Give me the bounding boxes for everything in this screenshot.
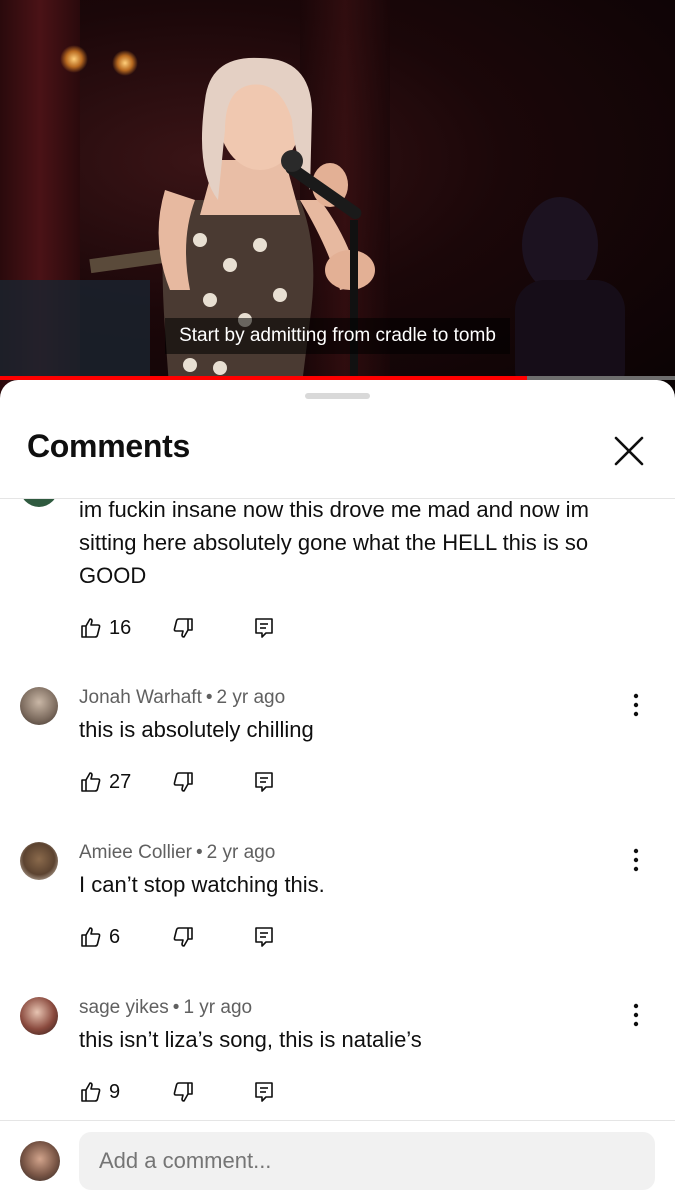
like-count: 6 [109, 925, 121, 948]
thumbs-up-icon [81, 618, 101, 638]
comment-text: this isn’t liza’s song, this is natalie’… [79, 1027, 422, 1052]
comment-meta: sage yikes • 1 yr ago [79, 997, 252, 1019]
comment-item: Jonah Warhaft • 2 yr ago this is absolutel… [0, 664, 675, 814]
separator: • [195, 842, 203, 863]
reply-icon [255, 1082, 273, 1102]
reply-button[interactable] [252, 1077, 276, 1107]
reply-button[interactable] [252, 922, 276, 952]
like-count: 16 [109, 616, 132, 639]
drag-handle[interactable] [305, 393, 370, 399]
like-button[interactable]: 9 [79, 1077, 120, 1107]
more-options-button[interactable] [624, 690, 648, 720]
thumbs-up-icon [81, 1082, 101, 1102]
comment-composer [0, 1120, 675, 1200]
more-vert-icon [633, 848, 639, 872]
avatar[interactable] [20, 997, 58, 1035]
app-root: Start by admitting from cradle to tomb C… [0, 0, 675, 1200]
reply-icon [255, 772, 273, 792]
user-avatar[interactable] [20, 1141, 60, 1181]
comment-text: I can’t stop watching this. [79, 872, 325, 897]
avatar[interactable] [20, 687, 58, 725]
comment-age: 1 yr ago [183, 997, 253, 1018]
like-count: 9 [109, 1080, 121, 1103]
separator: • [205, 687, 213, 708]
comment-text: this is absolutely chilling [79, 717, 314, 742]
more-vert-icon [633, 693, 639, 717]
like-count: 27 [109, 770, 132, 793]
separator: • [172, 997, 180, 1018]
thumbs-down-icon [173, 1082, 193, 1102]
video-player[interactable]: Start by admitting from cradle to tomb [0, 0, 675, 400]
more-options-button[interactable] [624, 1000, 648, 1030]
comment-meta: Jonah Warhaft • 2 yr ago [79, 687, 285, 709]
thumbs-down-icon [173, 618, 193, 638]
comment-item: sage yikes • 1 yr ago this isn’t liza’s so… [0, 974, 675, 1119]
more-options-button[interactable] [624, 845, 648, 875]
close-button[interactable] [604, 426, 654, 476]
comment-item: im fuckin insane now this drove me mad a… [0, 499, 675, 654]
thumbs-down-icon [173, 927, 193, 947]
thumbs-up-icon [81, 927, 101, 947]
comment-meta: Amiee Collier • 2 yr ago [79, 842, 275, 864]
comment-author[interactable]: Amiee Collier [79, 842, 192, 863]
dislike-button[interactable] [171, 613, 195, 643]
close-icon [614, 436, 644, 466]
sheet-title: Comments [27, 428, 190, 464]
like-button[interactable]: 16 [79, 613, 131, 643]
reply-icon [255, 927, 273, 947]
like-button[interactable]: 27 [79, 767, 131, 797]
reply-button[interactable] [252, 767, 276, 797]
thumbs-down-icon [173, 772, 193, 792]
dislike-button[interactable] [171, 922, 195, 952]
more-vert-icon [633, 1003, 639, 1027]
dislike-button[interactable] [171, 767, 195, 797]
comment-author[interactable]: sage yikes [79, 997, 169, 1018]
comment-author[interactable]: Jonah Warhaft [79, 687, 202, 708]
comment-age: 2 yr ago [216, 687, 286, 708]
comments-list[interactable]: im fuckin insane now this drove me mad a… [0, 499, 675, 1119]
thumbs-up-icon [81, 772, 101, 792]
like-button[interactable]: 6 [79, 922, 120, 952]
comment-text: im fuckin insane now this drove me mad a… [79, 499, 589, 588]
comments-sheet: Comments im fuckin insane now this drove… [0, 380, 675, 1200]
avatar[interactable] [20, 842, 58, 880]
reply-button[interactable] [252, 613, 276, 643]
reply-icon [255, 618, 273, 638]
comment-item: Amiee Collier • 2 yr ago I can’t stop watc… [0, 819, 675, 969]
dislike-button[interactable] [171, 1077, 195, 1107]
avatar[interactable] [20, 499, 58, 507]
comment-age: 2 yr ago [206, 842, 276, 863]
add-comment-input[interactable] [79, 1132, 655, 1190]
video-caption: Start by admitting from cradle to tomb [165, 318, 510, 354]
